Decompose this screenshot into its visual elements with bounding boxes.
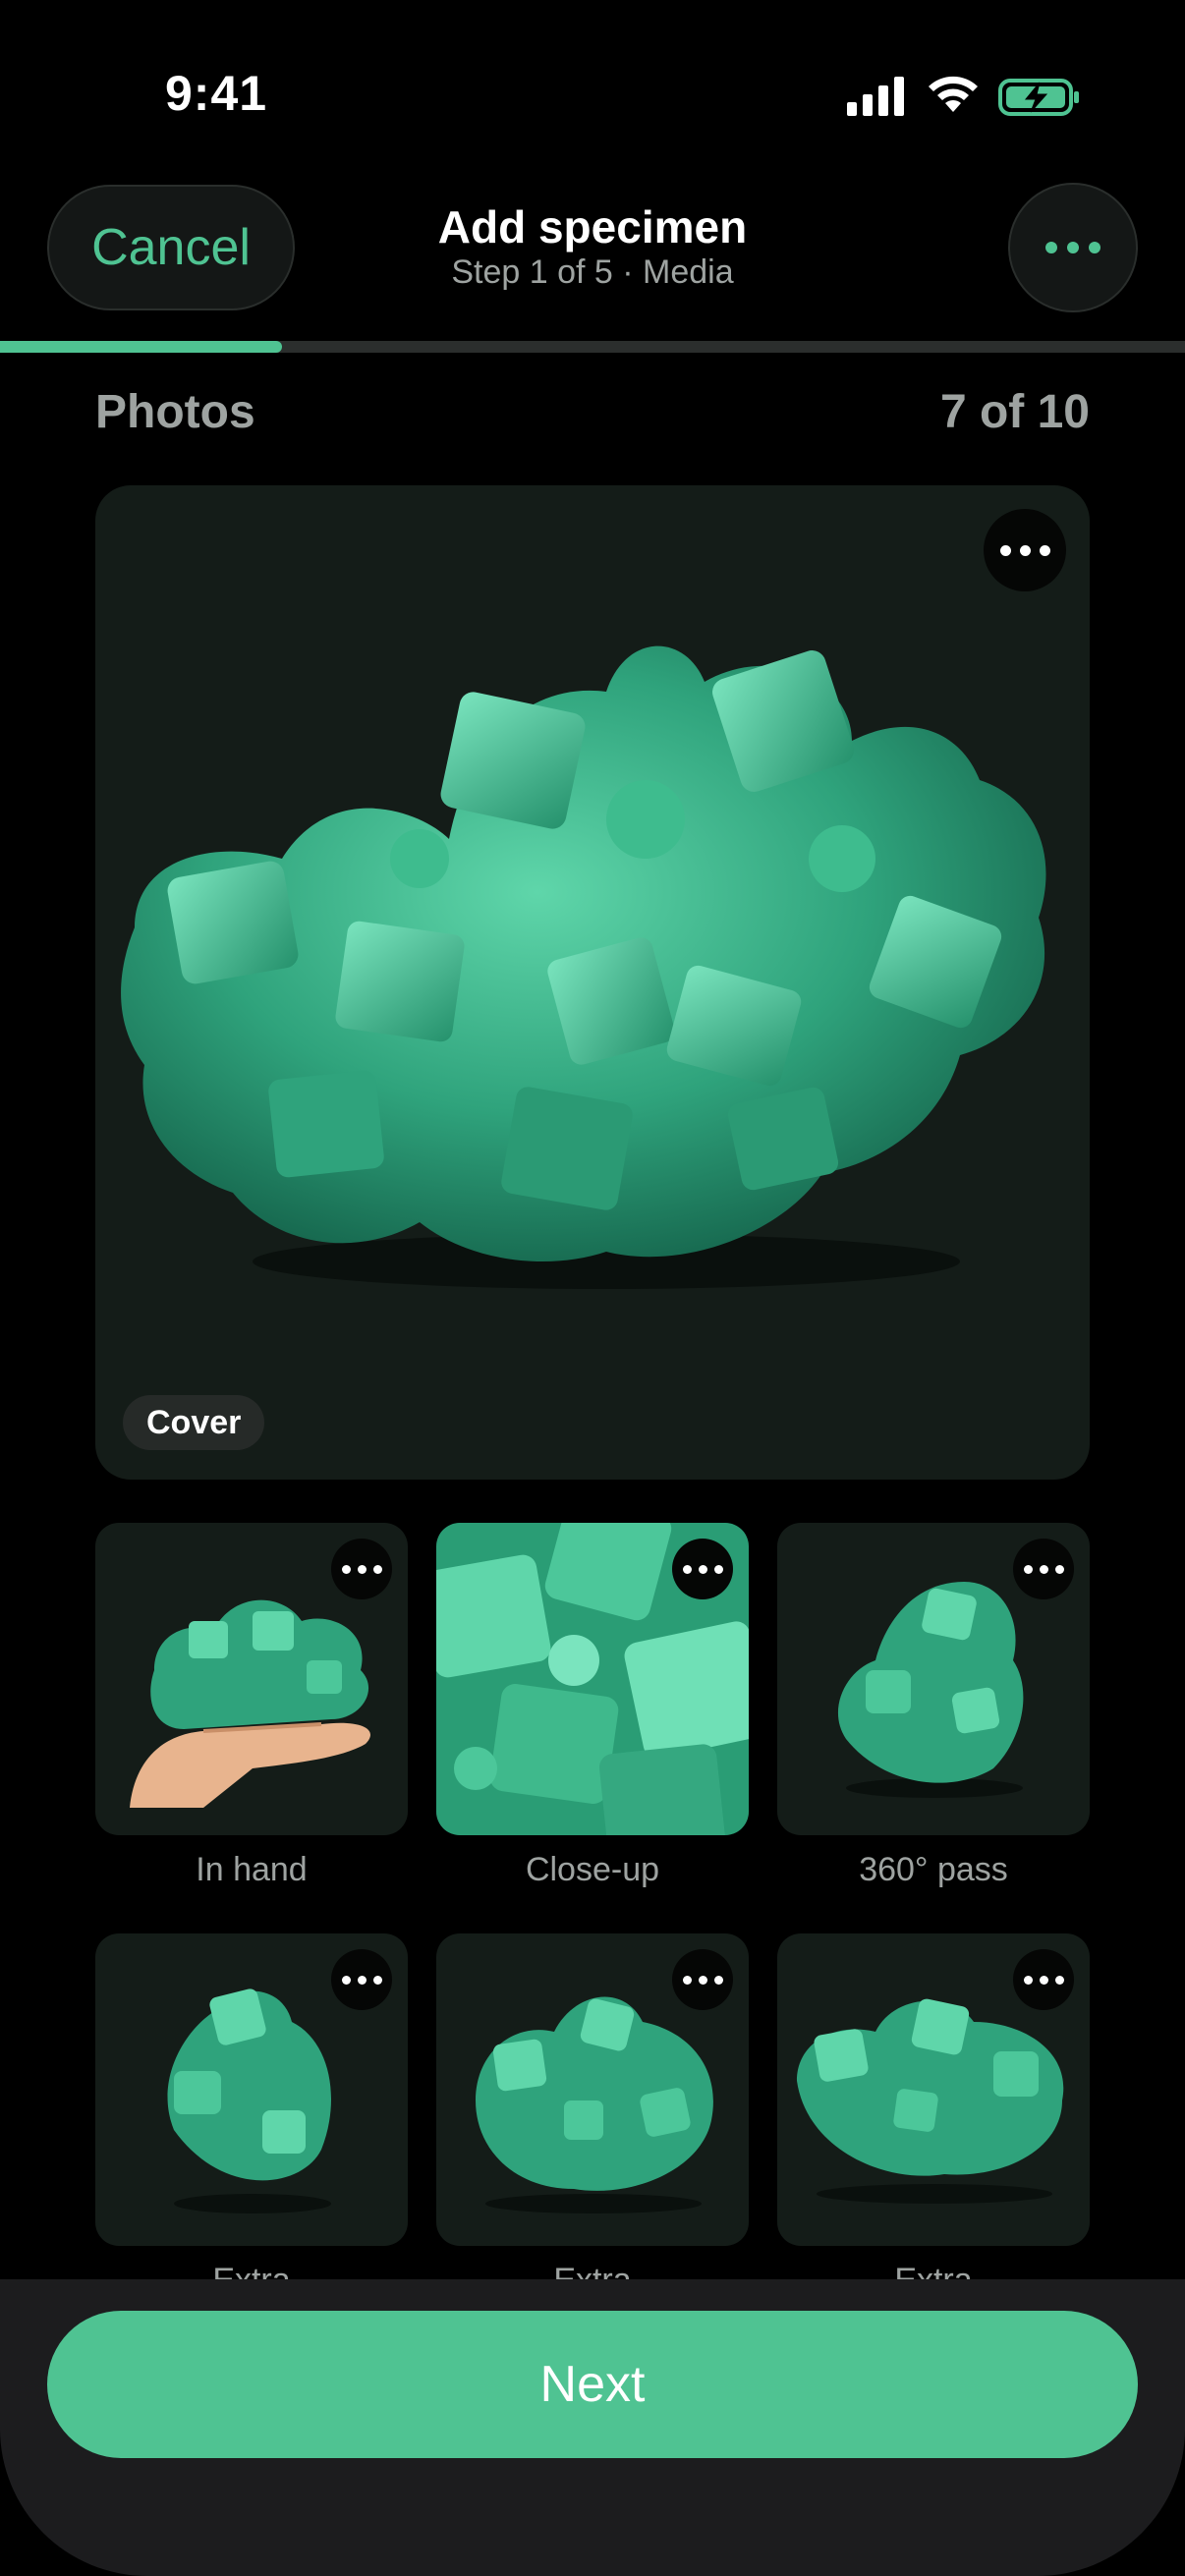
ellipsis-icon bbox=[341, 1564, 382, 1574]
tile-menu-button[interactable] bbox=[672, 1539, 733, 1599]
photo-tile-in-hand[interactable] bbox=[95, 1523, 408, 1835]
photo-tile-close-up[interactable] bbox=[436, 1523, 749, 1835]
photos-count: 7 of 10 bbox=[939, 386, 1090, 438]
tile-menu-button[interactable] bbox=[331, 1539, 392, 1599]
tile-label-close-up: Close-up bbox=[525, 1851, 660, 1888]
tile-label-in-hand: In hand bbox=[196, 1851, 308, 1888]
ellipsis-icon bbox=[1045, 242, 1100, 253]
cover-photo-menu-button[interactable] bbox=[984, 509, 1066, 591]
step-subtitle: Step 1 of 5 · Media bbox=[451, 253, 734, 291]
ellipsis-icon bbox=[1023, 1975, 1064, 1985]
status-bar: 9:41 bbox=[0, 0, 1185, 187]
tile-menu-button[interactable] bbox=[1013, 1539, 1074, 1599]
tile-menu-button[interactable] bbox=[1013, 1949, 1074, 2010]
status-time: 9:41 bbox=[165, 66, 268, 121]
ellipsis-icon bbox=[682, 1975, 723, 1985]
cover-photo-card[interactable]: Cover bbox=[95, 485, 1090, 1480]
more-options-button[interactable] bbox=[1008, 183, 1138, 312]
ellipsis-icon bbox=[999, 544, 1050, 556]
tile-menu-button[interactable] bbox=[331, 1949, 392, 2010]
ellipsis-icon bbox=[682, 1564, 723, 1574]
cover-badge: Cover bbox=[123, 1395, 265, 1450]
cover-photo-image bbox=[121, 645, 1046, 1289]
step-progress-fill bbox=[0, 341, 283, 353]
photo-tile-extra[interactable] bbox=[436, 1933, 749, 2246]
ellipsis-icon bbox=[341, 1975, 382, 1985]
photos-heading: Photos bbox=[95, 386, 255, 438]
photo-tile-360-pass[interactable] bbox=[777, 1523, 1090, 1835]
wifi-icon bbox=[926, 71, 981, 114]
step-progress-bar bbox=[0, 341, 1185, 353]
battery-charging-icon bbox=[998, 79, 1081, 116]
tile-menu-button[interactable] bbox=[672, 1949, 733, 2010]
tile-label-360-pass: 360° pass bbox=[859, 1851, 1008, 1888]
next-button[interactable]: Next bbox=[47, 2311, 1138, 2458]
photo-tile-extra[interactable] bbox=[95, 1933, 408, 2246]
ellipsis-icon bbox=[1023, 1564, 1064, 1574]
photo-tile-extra[interactable] bbox=[777, 1933, 1090, 2246]
signal-icon bbox=[847, 77, 908, 116]
